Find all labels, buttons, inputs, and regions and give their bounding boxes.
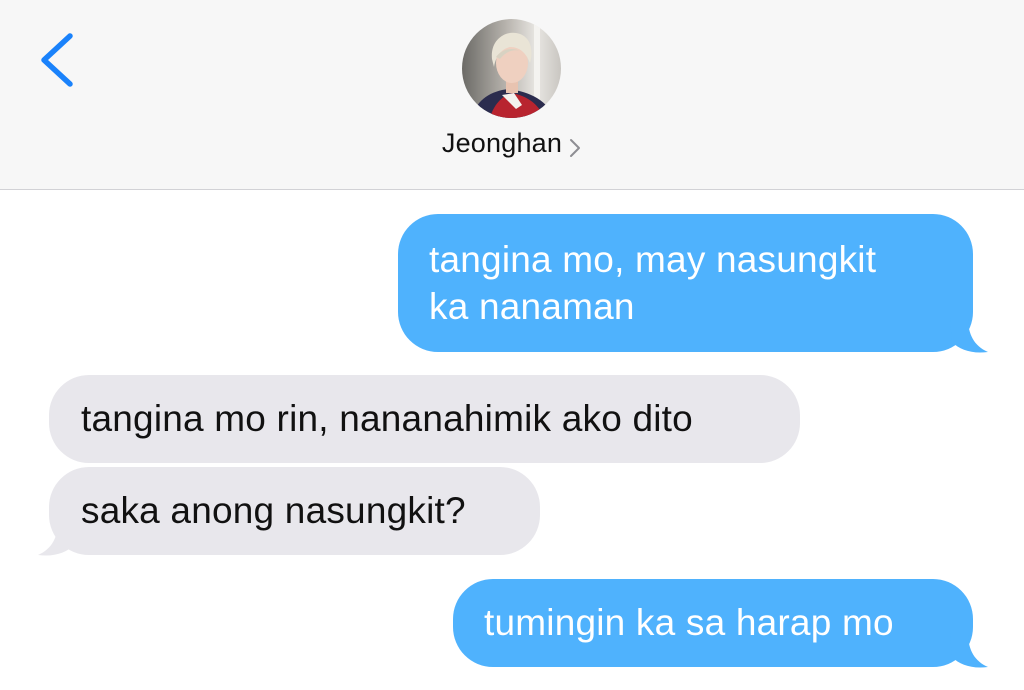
sent-message-bubble[interactable]: tangina mo, may nasungkit ka nanaman bbox=[398, 214, 973, 352]
contact-avatar[interactable] bbox=[462, 19, 561, 118]
messages-screen: Jeonghan tangina mo, may nasungkit ka na… bbox=[0, 0, 1024, 690]
chevron-right-icon bbox=[570, 138, 581, 157]
message-line: tangina mo rin, nananahimik ako dito bbox=[81, 398, 693, 439]
message-line: tangina mo, may nasungkit bbox=[429, 239, 877, 280]
sent-message-bubble[interactable]: tumingin ka sa harap mo bbox=[453, 579, 973, 667]
contact-title[interactable]: Jeonghan bbox=[0, 128, 1024, 159]
contact-name: Jeonghan bbox=[441, 128, 563, 158]
message-line: tumingin ka sa harap mo bbox=[484, 602, 894, 643]
message-line: ka nanaman bbox=[429, 286, 635, 327]
received-message-bubble[interactable]: saka anong nasungkit? bbox=[49, 467, 540, 555]
back-button[interactable] bbox=[36, 30, 80, 90]
chevron-left-icon bbox=[41, 33, 73, 87]
received-message-bubble[interactable]: tangina mo rin, nananahimik ako dito bbox=[49, 375, 800, 463]
sent-bubble-tail bbox=[950, 318, 988, 353]
avatar-photo bbox=[462, 19, 561, 118]
received-bubble-tail bbox=[38, 521, 76, 556]
sent-bubble-tail bbox=[950, 633, 988, 668]
message-line: saka anong nasungkit? bbox=[81, 490, 466, 531]
conversation-header: Jeonghan bbox=[0, 0, 1024, 190]
